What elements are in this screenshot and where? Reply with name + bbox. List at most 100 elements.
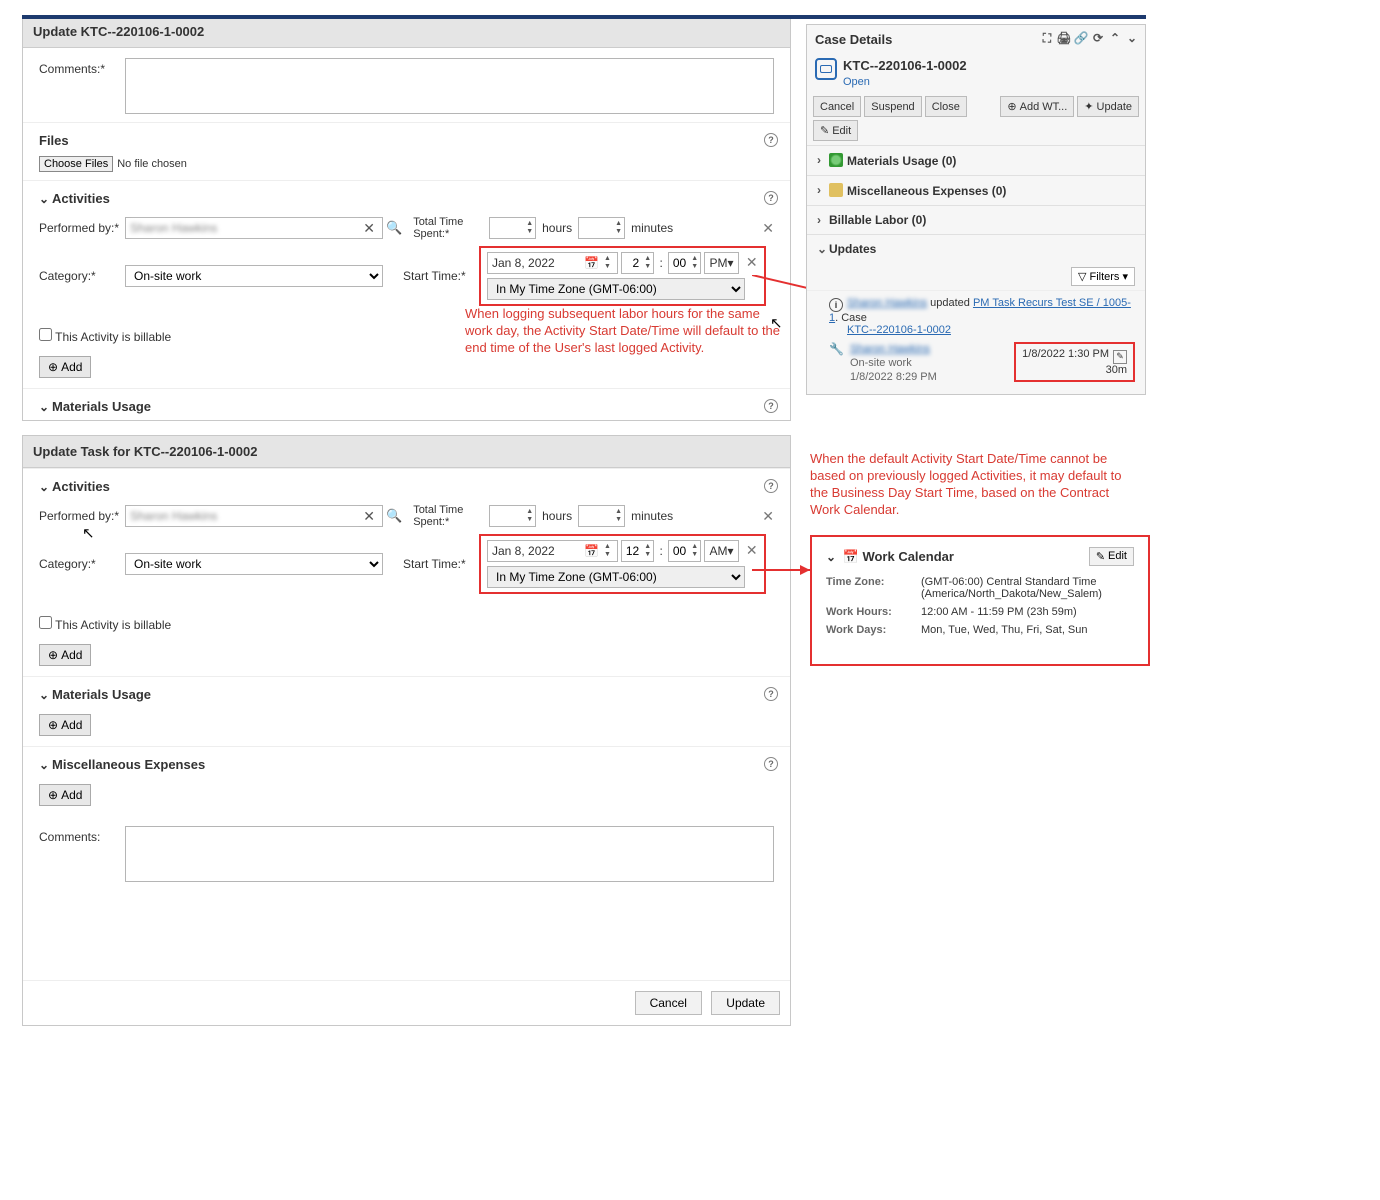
- add-button[interactable]: ⊕Add: [39, 644, 91, 666]
- cancel-button[interactable]: Cancel: [635, 991, 702, 1015]
- clear-icon[interactable]: ✕: [360, 220, 378, 237]
- minute-input[interactable]: ▲▼: [668, 540, 701, 562]
- category-select[interactable]: On-site work: [125, 265, 383, 287]
- calendar-icon[interactable]: 📅: [584, 256, 599, 270]
- minutes-input[interactable]: ▲▼: [578, 217, 625, 239]
- panel-title: Update Task for KTC--220106-1-0002: [23, 436, 790, 468]
- help-icon[interactable]: ?: [764, 191, 778, 205]
- activities-section[interactable]: ⌄Activities?: [23, 468, 790, 500]
- close-button[interactable]: Close: [925, 96, 967, 117]
- date-input[interactable]: Jan 8, 2022📅▲▼: [487, 540, 618, 562]
- performed-by-input[interactable]: ✕: [125, 505, 383, 527]
- misc-expenses-section[interactable]: ⌄Miscellaneous Expenses?: [23, 746, 790, 778]
- files-section: Files?: [23, 122, 790, 154]
- hours-input[interactable]: ▲▼: [489, 505, 536, 527]
- update-task-panel: Update Task for KTC--220106-1-0002 ⌄Acti…: [22, 435, 791, 1026]
- timezone-label: Time Zone:: [826, 576, 921, 600]
- calendar-icon[interactable]: 📅: [584, 544, 599, 558]
- case-details-panel: Case Details ⛶🖨🔗⟳⌃⌄ KTC--220106-1-0002Op…: [806, 24, 1146, 395]
- chevron-down-icon: ⌄: [39, 192, 52, 206]
- help-icon[interactable]: ?: [764, 687, 778, 701]
- edit-icon[interactable]: ✎: [1113, 350, 1127, 364]
- help-icon[interactable]: ?: [764, 479, 778, 493]
- minutes-input[interactable]: ▲▼: [578, 505, 625, 527]
- hour-input[interactable]: ▲▼: [621, 540, 654, 562]
- timezone-select[interactable]: In My Time Zone (GMT-06:00): [487, 566, 745, 588]
- comments-input[interactable]: [125, 58, 774, 114]
- add-button[interactable]: ⊕Add: [39, 714, 91, 736]
- user-link[interactable]: Sharon Hawkins: [850, 342, 937, 356]
- expand-icon[interactable]: ⛶: [1040, 31, 1054, 45]
- plus-icon: ⊕: [48, 360, 58, 374]
- expand-all-icon[interactable]: ⌄: [1125, 31, 1139, 45]
- chevron-down-icon: ⌄: [39, 758, 52, 772]
- performed-by-label: Performed by:*: [39, 509, 125, 523]
- misc-expenses-accordion[interactable]: Miscellaneous Expenses (0): [807, 175, 1145, 205]
- materials-icon: [829, 153, 843, 167]
- billable-checkbox[interactable]: This Activity is billable: [39, 330, 171, 344]
- comments-label: Comments:*: [39, 58, 125, 76]
- chevron-down-icon: ⌄: [39, 480, 52, 494]
- activities-section[interactable]: ⌄Activities?: [23, 180, 790, 212]
- hours-label: hours: [542, 509, 572, 523]
- work-days-label: Work Days:: [826, 624, 921, 636]
- suspend-button[interactable]: Suspend: [864, 96, 921, 117]
- materials-usage-section[interactable]: ⌄Materials Usage?: [23, 388, 790, 420]
- close-icon[interactable]: ✕: [762, 220, 774, 237]
- chevron-down-icon: ⌄: [826, 550, 839, 564]
- start-time-label: Start Time:*: [403, 269, 479, 283]
- update-button[interactable]: ✦Update: [1077, 96, 1139, 117]
- performed-by-input[interactable]: ✕: [125, 217, 383, 239]
- add-button[interactable]: ⊕Add: [39, 356, 91, 378]
- add-button[interactable]: ⊕Add: [39, 784, 91, 806]
- date-input[interactable]: Jan 8, 2022📅▲▼: [487, 252, 618, 274]
- comments-input[interactable]: [125, 826, 774, 882]
- materials-usage-section[interactable]: ⌄Materials Usage?: [23, 676, 790, 708]
- ampm-select[interactable]: AM ▾: [704, 540, 738, 562]
- work-calendar-card: ⌄ 📅 Work Calendar ✎Edit Time Zone:(GMT-0…: [810, 535, 1150, 666]
- start-time-label: Start Time:*: [403, 557, 479, 571]
- timezone-value: (GMT-06:00) Central Standard Time (Ameri…: [921, 576, 1134, 600]
- search-icon[interactable]: 🔍: [383, 508, 405, 524]
- edit-button[interactable]: ✎Edit: [1089, 547, 1134, 566]
- close-icon[interactable]: ✕: [746, 542, 758, 558]
- hours-input[interactable]: ▲▼: [489, 217, 536, 239]
- collapse-all-icon[interactable]: ⌃: [1108, 31, 1122, 45]
- help-icon[interactable]: ?: [764, 133, 778, 147]
- close-icon[interactable]: ✕: [762, 508, 774, 525]
- close-icon[interactable]: ✕: [746, 254, 758, 270]
- total-time-label: Total Time Spent:*: [413, 216, 489, 240]
- category-label: Category:*: [39, 269, 125, 283]
- link-icon[interactable]: 🔗: [1074, 31, 1088, 45]
- choose-files-button[interactable]: Choose Files: [39, 156, 113, 172]
- filter-icon: ▽: [1078, 271, 1086, 283]
- print-icon[interactable]: 🖨: [1057, 31, 1071, 45]
- case-details-title: Case Details: [815, 32, 892, 47]
- hour-input[interactable]: ▲▼: [621, 252, 654, 274]
- updates-accordion[interactable]: Updates: [807, 234, 1145, 263]
- minute-input[interactable]: ▲▼: [668, 252, 701, 274]
- case-icon: [815, 58, 837, 80]
- annotation-text-1: When logging subsequent labor hours for …: [465, 305, 780, 356]
- user-link[interactable]: Sharon Hawkins: [847, 297, 927, 309]
- help-icon[interactable]: ?: [764, 757, 778, 771]
- billable-checkbox[interactable]: This Activity is billable: [39, 618, 171, 632]
- timezone-select[interactable]: In My Time Zone (GMT-06:00): [487, 278, 745, 300]
- update-button[interactable]: Update: [711, 991, 780, 1015]
- help-icon[interactable]: ?: [764, 399, 778, 413]
- panel-title: Update KTC--220106-1-0002: [23, 16, 790, 48]
- materials-usage-accordion[interactable]: Materials Usage (0): [807, 145, 1145, 175]
- search-icon[interactable]: 🔍: [383, 220, 405, 236]
- category-select[interactable]: On-site work: [125, 553, 383, 575]
- edit-button[interactable]: ✎Edit: [813, 120, 858, 141]
- billable-labor-accordion[interactable]: Billable Labor (0): [807, 205, 1145, 234]
- work-hours-label: Work Hours:: [826, 606, 921, 618]
- add-wt-button[interactable]: ⊕Add WT...: [1000, 96, 1074, 117]
- filters-button[interactable]: ▽ Filters ▾: [1071, 267, 1135, 286]
- clear-icon[interactable]: ✕: [360, 508, 378, 525]
- refresh-icon[interactable]: ⟳: [1091, 31, 1105, 45]
- case-link[interactable]: KTC--220106-1-0002: [847, 324, 951, 336]
- ampm-select[interactable]: PM ▾: [704, 252, 738, 274]
- cancel-button[interactable]: Cancel: [813, 96, 861, 117]
- expenses-icon: [829, 183, 843, 197]
